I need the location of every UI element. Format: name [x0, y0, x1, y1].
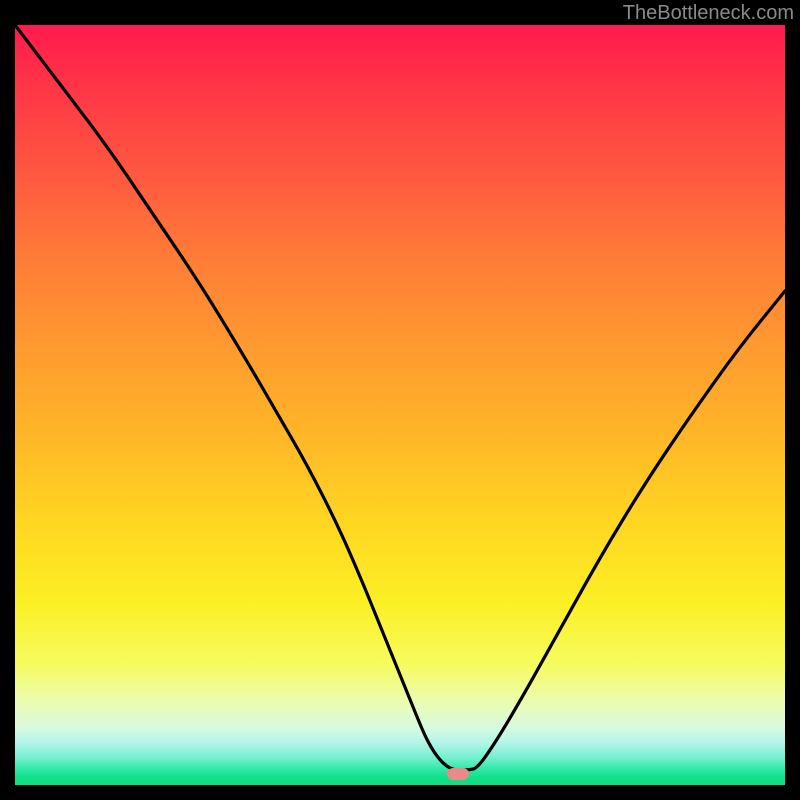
bottleneck-curve [15, 25, 785, 770]
curve-layer [15, 25, 785, 785]
minimum-marker [447, 768, 469, 780]
watermark-text: TheBottleneck.com [623, 2, 794, 25]
chart-frame: TheBottleneck.com [0, 0, 800, 800]
